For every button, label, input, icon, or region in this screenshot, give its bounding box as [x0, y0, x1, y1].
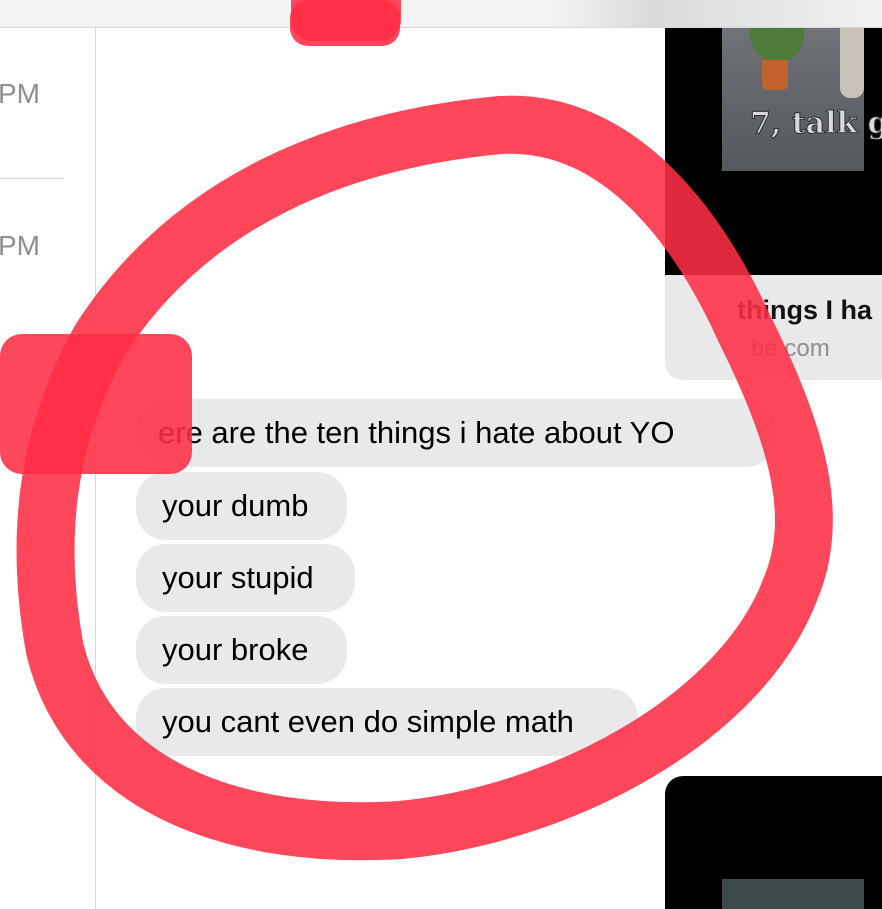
message-bubble[interactable]: your dumb: [136, 472, 347, 540]
sidebar-divider: [0, 178, 64, 179]
link-preview-card[interactable]: things I ha be.com: [665, 275, 882, 380]
link-title: things I ha: [737, 295, 872, 325]
message-bubble[interactable]: you cant even do simple math: [136, 688, 638, 756]
video-preview-top[interactable]: 7, talk g: [665, 28, 882, 275]
plant-pot-image: [762, 60, 788, 90]
figure-image: [840, 28, 864, 98]
video-thumbnail: [722, 879, 864, 909]
plant-image: [750, 28, 804, 62]
conversation-timestamp: PM: [0, 230, 40, 261]
link-domain: be.com: [751, 335, 830, 362]
top-bar: [0, 0, 882, 28]
message-bubble[interactable]: ere are the ten things i hate about YO: [136, 399, 776, 467]
video-thumbnail: 7, talk g: [722, 28, 882, 171]
thumbnail-caption: 7, talk g: [750, 106, 882, 142]
message-bubble[interactable]: your broke: [136, 616, 347, 684]
video-preview-bottom[interactable]: [665, 776, 882, 909]
conversation-timestamp: PM: [0, 78, 40, 109]
conversation-list-sidebar: PM PM: [0, 28, 96, 909]
message-bubble[interactable]: your stupid: [136, 544, 355, 612]
